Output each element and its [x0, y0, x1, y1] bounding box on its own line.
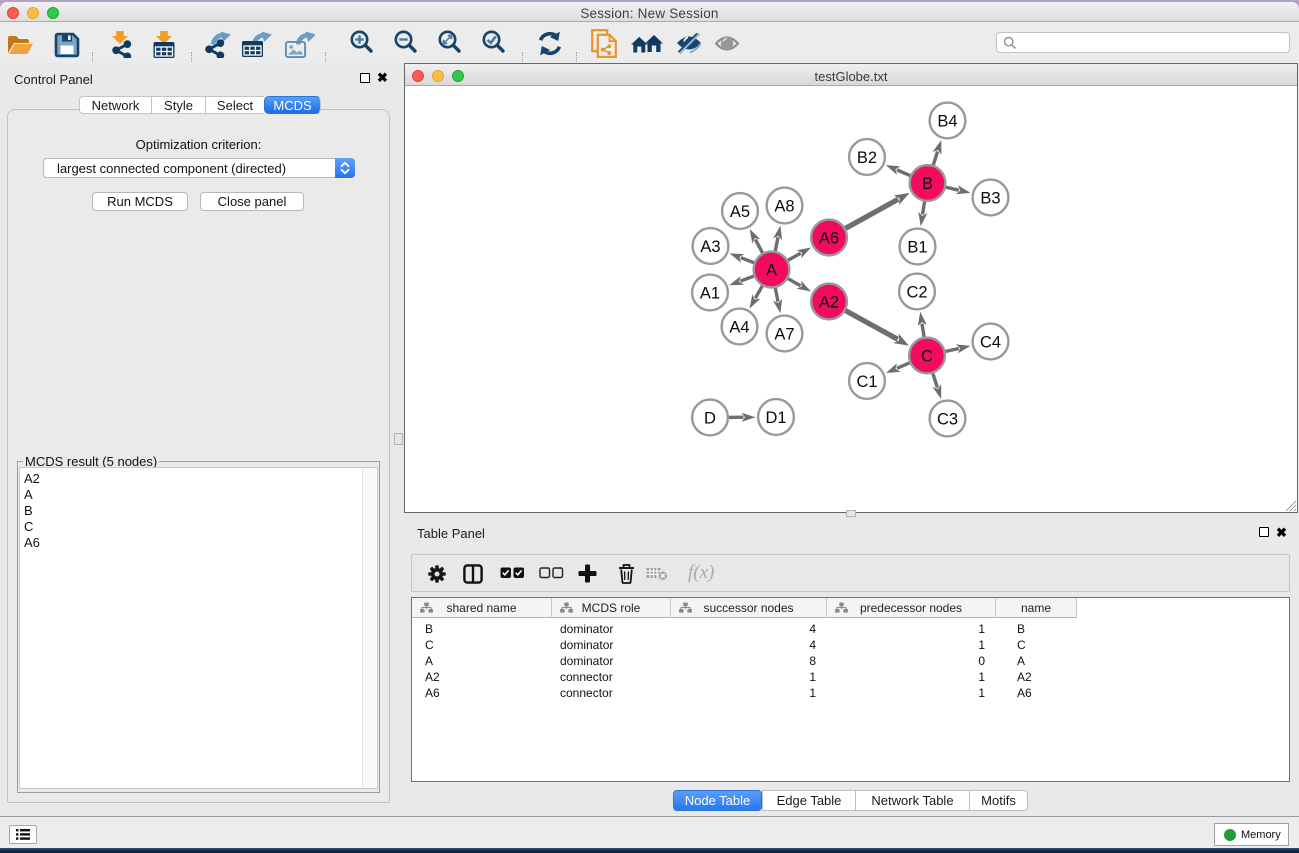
svg-text:D1: D1	[765, 409, 786, 427]
svg-text:C3: C3	[937, 410, 958, 428]
svg-text:A5: A5	[730, 203, 750, 221]
svg-text:B2: B2	[857, 149, 877, 167]
svg-text:C2: C2	[906, 283, 927, 301]
svg-text:A4: A4	[729, 318, 749, 336]
svg-text:A8: A8	[774, 197, 794, 215]
svg-text:A7: A7	[774, 325, 794, 343]
svg-text:C1: C1	[856, 373, 877, 391]
svg-text:B4: B4	[937, 112, 957, 130]
svg-text:A6: A6	[819, 229, 839, 247]
svg-text:C: C	[921, 347, 933, 365]
svg-text:B: B	[922, 175, 933, 193]
svg-text:A2: A2	[819, 293, 839, 311]
svg-text:A3: A3	[700, 238, 720, 256]
svg-text:B3: B3	[980, 189, 1000, 207]
svg-text:A: A	[766, 261, 777, 279]
svg-text:D: D	[704, 409, 716, 427]
svg-text:C4: C4	[980, 333, 1001, 351]
svg-text:A1: A1	[700, 284, 720, 302]
svg-text:B1: B1	[907, 238, 927, 256]
